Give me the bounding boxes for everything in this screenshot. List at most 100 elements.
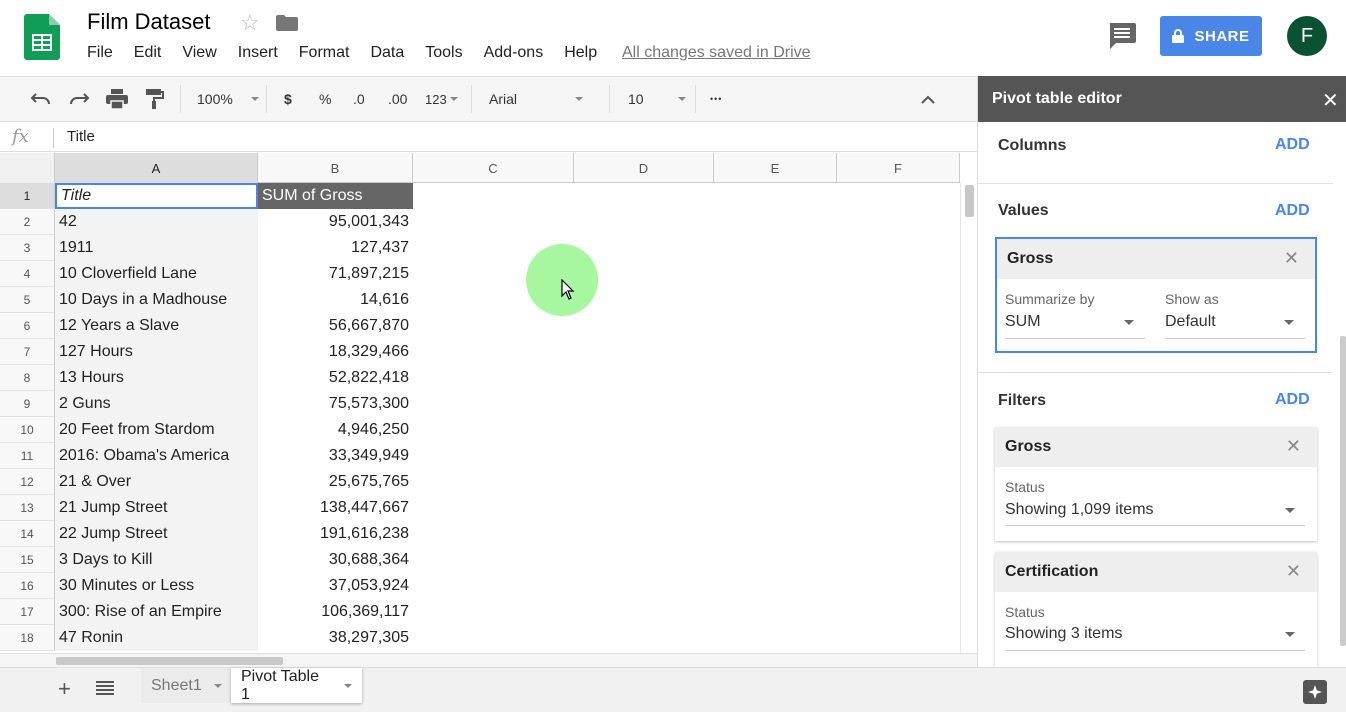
column-header-a[interactable]: A (55, 153, 258, 183)
gross-cell[interactable]: 75,573,300 (258, 391, 413, 417)
column-header-e[interactable]: E (714, 153, 837, 183)
row-number[interactable]: 6 (0, 313, 55, 339)
gross-cell[interactable]: 106,369,117 (258, 599, 413, 625)
gross-cell[interactable]: 14,616 (258, 287, 413, 313)
gross-cell[interactable]: 52,822,418 (258, 365, 413, 391)
title-cell[interactable]: 20 Feet from Stardom (55, 417, 258, 443)
show-as-select[interactable]: Default (1165, 313, 1216, 331)
column-header-d[interactable]: D (574, 153, 714, 183)
title-cell[interactable]: 21 Jump Street (55, 495, 258, 521)
title-cell[interactable]: 2016: Obama's America (55, 443, 258, 469)
row-number[interactable]: 3 (0, 235, 55, 261)
zoom-select[interactable]: 100% (197, 77, 259, 121)
title-cell[interactable]: 3 Days to Kill (55, 547, 258, 573)
panel-scrollbar[interactable] (1340, 336, 1346, 646)
horizontal-scrollbar[interactable] (0, 653, 977, 667)
select-all-corner[interactable] (0, 153, 55, 183)
add-column-button[interactable]: ADD (1275, 136, 1310, 154)
horizontal-scroll-thumb[interactable] (56, 657, 283, 665)
share-button[interactable]: SHARE (1160, 16, 1262, 56)
title-cell[interactable]: 22 Jump Street (55, 521, 258, 547)
decrease-decimal-button[interactable]: .0 (353, 77, 365, 121)
gross-cell[interactable]: 25,675,765 (258, 469, 413, 495)
row-number[interactable]: 4 (0, 261, 55, 287)
row-number[interactable]: 7 (0, 339, 55, 365)
all-sheets-list-icon[interactable] (96, 681, 114, 695)
title-cell[interactable]: 47 Ronin (55, 625, 258, 651)
gross-cell[interactable]: 38,297,305 (258, 625, 413, 651)
star-icon[interactable]: ☆ (240, 10, 260, 36)
row-number[interactable]: 9 (0, 391, 55, 417)
gross-cell[interactable]: 4,946,250 (258, 417, 413, 443)
title-cell[interactable]: 10 Cloverfield Lane (55, 261, 258, 287)
gross-cell[interactable]: 33,349,949 (258, 443, 413, 469)
title-cell[interactable]: 10 Days in a Madhouse (55, 287, 258, 313)
remove-filter-close-icon[interactable]: ✕ (1286, 561, 1301, 582)
pivot-header-gross-cell[interactable]: SUM of Gross (258, 183, 413, 209)
save-status-link[interactable]: All changes saved in Drive (622, 44, 811, 62)
currency-format-button[interactable]: $ (284, 77, 292, 121)
remove-value-close-icon[interactable]: ✕ (1284, 248, 1299, 269)
dropdown-arrow-icon[interactable] (1285, 508, 1295, 513)
vertical-scrollbar[interactable] (960, 183, 977, 653)
undo-icon[interactable] (30, 77, 52, 121)
paint-format-icon[interactable] (146, 77, 164, 121)
row-number[interactable]: 5 (0, 287, 55, 313)
percent-format-button[interactable]: % (319, 77, 331, 121)
dropdown-arrow-icon[interactable] (1124, 320, 1134, 325)
account-avatar[interactable]: F (1287, 16, 1327, 56)
row-number[interactable]: 16 (0, 573, 55, 599)
more-options-icon[interactable]: ••• (710, 77, 722, 121)
row-number[interactable]: 18 (0, 625, 55, 651)
collapse-chevron-icon[interactable] (920, 77, 936, 121)
title-cell[interactable]: 1911 (55, 235, 258, 261)
sheets-logo-icon[interactable] (24, 14, 60, 60)
add-filter-button[interactable]: ADD (1275, 391, 1310, 409)
gross-cell[interactable]: 191,616,238 (258, 521, 413, 547)
row-number[interactable]: 12 (0, 469, 55, 495)
gross-cell[interactable]: 138,447,667 (258, 495, 413, 521)
menu-edit[interactable]: Edit (134, 44, 162, 62)
menu-format[interactable]: Format (299, 44, 350, 62)
gross-cell[interactable]: 30,688,364 (258, 547, 413, 573)
print-icon[interactable] (106, 77, 128, 121)
gross-cell[interactable]: 18,329,466 (258, 339, 413, 365)
comments-icon[interactable] (1108, 23, 1136, 49)
font-size-select[interactable]: 10 (628, 77, 686, 121)
row-number[interactable]: 1 (0, 183, 55, 209)
title-cell[interactable]: 300: Rise of an Empire (55, 599, 258, 625)
add-sheet-icon[interactable]: + (58, 676, 71, 702)
gross-cell[interactable]: 71,897,215 (258, 261, 413, 287)
column-header-f[interactable]: F (837, 153, 960, 183)
column-header-c[interactable]: C (413, 153, 574, 183)
row-number[interactable]: 14 (0, 521, 55, 547)
gross-cell[interactable]: 37,053,924 (258, 573, 413, 599)
row-number[interactable]: 11 (0, 443, 55, 469)
summarize-by-select[interactable]: SUM (1005, 313, 1041, 331)
sheet-tab[interactable]: Sheet1 (141, 668, 231, 703)
row-number[interactable]: 17 (0, 599, 55, 625)
row-number[interactable]: 15 (0, 547, 55, 573)
menu-tools[interactable]: Tools (425, 44, 462, 62)
title-cell[interactable]: 2 Guns (55, 391, 258, 417)
gross-cell[interactable]: 56,667,870 (258, 313, 413, 339)
title-cell[interactable]: 13 Hours (55, 365, 258, 391)
row-number[interactable]: 8 (0, 365, 55, 391)
title-cell[interactable]: 12 Years a Slave (55, 313, 258, 339)
formula-input[interactable]: Title (67, 128, 95, 145)
pivot-header-title-cell[interactable]: Title (55, 183, 258, 209)
column-header-b[interactable]: B (258, 153, 413, 183)
title-cell[interactable]: 21 & Over (55, 469, 258, 495)
menu-insert[interactable]: Insert (238, 44, 278, 62)
menu-addons[interactable]: Add-ons (484, 44, 544, 62)
sheet-tab-active[interactable]: Pivot Table 1 (231, 668, 362, 703)
increase-decimal-button[interactable]: .00 (388, 77, 407, 121)
title-cell[interactable]: 127 Hours (55, 339, 258, 365)
filter-status-select[interactable]: Showing 3 items (1005, 625, 1122, 643)
row-number[interactable]: 10 (0, 417, 55, 443)
add-value-button[interactable]: ADD (1275, 202, 1310, 220)
document-title[interactable]: Film Dataset (87, 9, 210, 35)
dropdown-arrow-icon[interactable] (1285, 632, 1295, 637)
row-number[interactable]: 13 (0, 495, 55, 521)
filter-status-select[interactable]: Showing 1,099 items (1005, 501, 1154, 519)
